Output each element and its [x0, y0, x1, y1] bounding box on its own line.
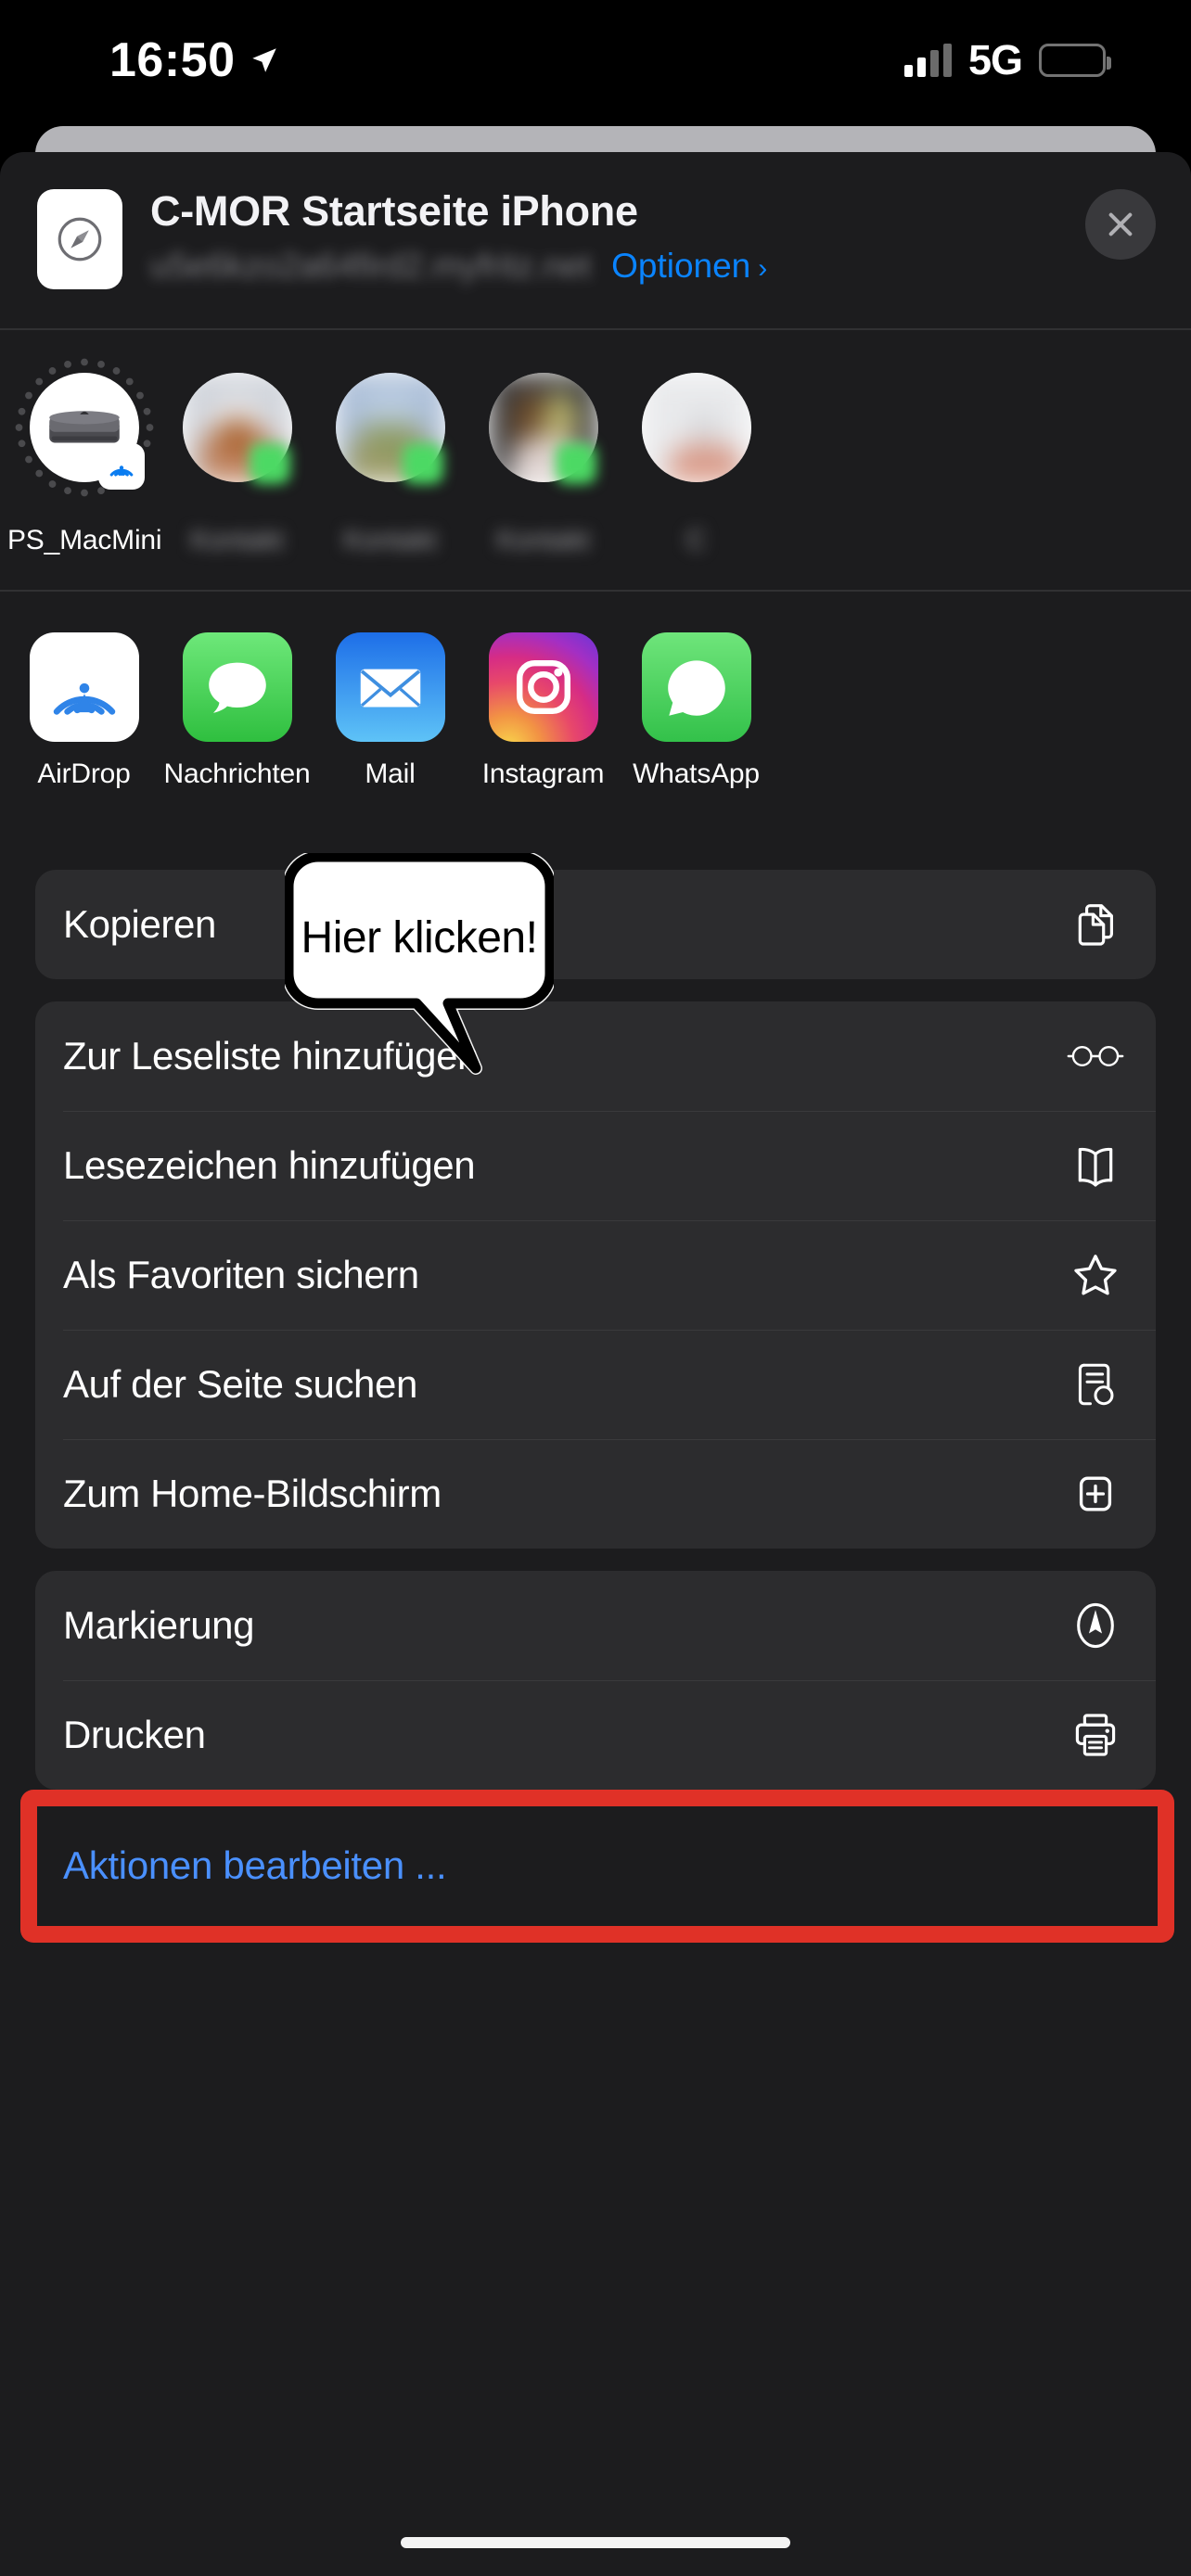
action-label: Lesezeichen hinzufügen — [63, 1143, 476, 1187]
airdrop-badge-icon — [98, 443, 145, 490]
markup-pen-icon — [1067, 1597, 1124, 1654]
action-label: Kopieren — [63, 902, 216, 946]
contact-photo — [642, 373, 751, 482]
edit-actions-label: Aktionen bearbeiten ... — [63, 1843, 447, 1887]
close-x-icon — [1108, 212, 1133, 236]
action-row-drucken[interactable]: Drucken — [35, 1680, 1156, 1790]
action-label: Als Favoriten sichern — [63, 1253, 419, 1296]
whatsapp-icon — [641, 632, 751, 742]
status-bar-left: 16:50 — [109, 32, 280, 88]
share-contact-2[interactable]: Kontakt — [314, 358, 467, 556]
messages-badge — [403, 443, 443, 484]
iphone-screen: 16:50 5G C-MOR Startseite iPhone u5e6kzo… — [0, 0, 1191, 2576]
find-on-page-icon — [1067, 1356, 1124, 1413]
share-contact-4[interactable]: C — [620, 358, 773, 556]
app-label: Mail — [365, 759, 416, 789]
contact-name: C — [685, 525, 707, 555]
contact-name: PS_MacMini — [7, 525, 162, 555]
app-label: Instagram — [481, 759, 605, 789]
add-to-home-icon — [1067, 1465, 1124, 1523]
battery-icon — [1039, 44, 1111, 77]
location-arrow-icon — [251, 48, 276, 72]
home-indicator[interactable] — [401, 2537, 790, 2548]
action-row-markierung[interactable]: Markierung — [35, 1571, 1156, 1680]
share-app-mail[interactable]: Mail — [314, 632, 467, 790]
app-label: AirDrop — [37, 759, 131, 789]
messages-badge — [556, 443, 596, 484]
app-label: Nachrichten — [163, 759, 311, 789]
book-icon — [1067, 1137, 1124, 1194]
glasses-icon — [1067, 1027, 1124, 1085]
share-app-whatsapp[interactable]: WhatsApp — [620, 632, 773, 790]
app-label: WhatsApp — [633, 759, 760, 789]
share-app-airdrop[interactable]: AirDrop — [7, 632, 160, 790]
share-contact-3[interactable]: Kontakt — [467, 358, 620, 556]
action-row-zum-home-bildschirm[interactable]: Zum Home-Bildschirm — [35, 1439, 1156, 1549]
printer-icon — [1067, 1706, 1124, 1764]
action-label: Drucken — [63, 1713, 206, 1756]
action-group-copy: Kopieren — [35, 870, 1156, 979]
contact-name: Kontakt — [190, 525, 284, 555]
share-sheet-header: C-MOR Startseite iPhone u5e6kzo2a64fird2… — [0, 152, 1191, 328]
page-title: C-MOR Startseite iPhone — [150, 187, 638, 235]
share-app-instagram[interactable]: Instagram — [467, 632, 620, 790]
share-sheet: C-MOR Startseite iPhone u5e6kzo2a64fird2… — [0, 152, 1191, 2576]
share-apps-row[interactable]: AirDrop Nachrichten Mail Instagram Whats… — [0, 592, 1191, 870]
network-label: 5G — [967, 36, 1023, 83]
action-group-main: Zur Leseliste hinzufügen Lesezeichen hin… — [35, 1001, 1156, 1549]
action-label: Auf der Seite suchen — [63, 1362, 417, 1406]
action-label: Zum Home-Bildschirm — [63, 1472, 442, 1515]
action-label: Markierung — [63, 1603, 255, 1647]
close-button[interactable] — [1085, 189, 1156, 260]
star-icon — [1067, 1246, 1124, 1304]
share-target-info: C-MOR Startseite iPhone u5e6kzo2a64fird2… — [150, 184, 1158, 286]
callout-bubble: Hier klicken! — [285, 853, 554, 1103]
options-button[interactable]: Optionen › — [611, 247, 767, 286]
instagram-icon — [488, 632, 598, 742]
copy-icon — [1067, 896, 1124, 953]
airdrop-target-macmini[interactable]: PS_MacMini — [7, 358, 162, 556]
callout-text: Hier klicken! — [301, 912, 538, 963]
chevron-right-icon: › — [758, 253, 768, 284]
subtitle-row: u5e6kzo2a64fird2.myfritz.net Optionen › — [150, 247, 1158, 286]
options-label: Optionen — [611, 247, 751, 285]
share-actions-list: Kopieren Zur Leseliste hinzufügen Leseze… — [0, 870, 1191, 1888]
share-app-messages[interactable]: Nachrichten — [160, 632, 314, 790]
status-time: 16:50 — [109, 33, 236, 87]
share-contact-1[interactable]: Kontakt — [160, 358, 314, 556]
action-row-favoriten[interactable]: Als Favoriten sichern — [35, 1220, 1156, 1330]
cellular-bars-icon — [903, 44, 952, 77]
safari-compass-icon — [37, 189, 122, 289]
edit-actions-button[interactable]: Aktionen bearbeiten ... — [35, 1812, 1156, 1888]
page-url: u5e6kzo2a64fird2.myfritz.net — [150, 247, 592, 285]
mail-icon — [335, 632, 445, 742]
action-row-lesezeichen[interactable]: Lesezeichen hinzufügen — [35, 1111, 1156, 1220]
action-row-seite-suchen[interactable]: Auf der Seite suchen — [35, 1330, 1156, 1439]
messages-badge — [250, 443, 290, 484]
action-row-leseliste[interactable]: Zur Leseliste hinzufügen — [35, 1001, 1156, 1111]
action-group-tools: Markierung Drucken — [35, 1571, 1156, 1790]
status-bar: 16:50 5G — [0, 0, 1191, 121]
contact-name: Kontakt — [343, 525, 437, 555]
airdrop-contacts-row[interactable]: PS_MacMini Kontakt Kontakt Kontakt C — [0, 330, 1191, 590]
airdrop-icon — [29, 632, 139, 742]
contact-name: Kontakt — [496, 525, 590, 555]
action-row-kopieren[interactable]: Kopieren — [35, 870, 1156, 979]
status-bar-right: 5G — [903, 36, 1111, 84]
messages-icon — [182, 632, 292, 742]
